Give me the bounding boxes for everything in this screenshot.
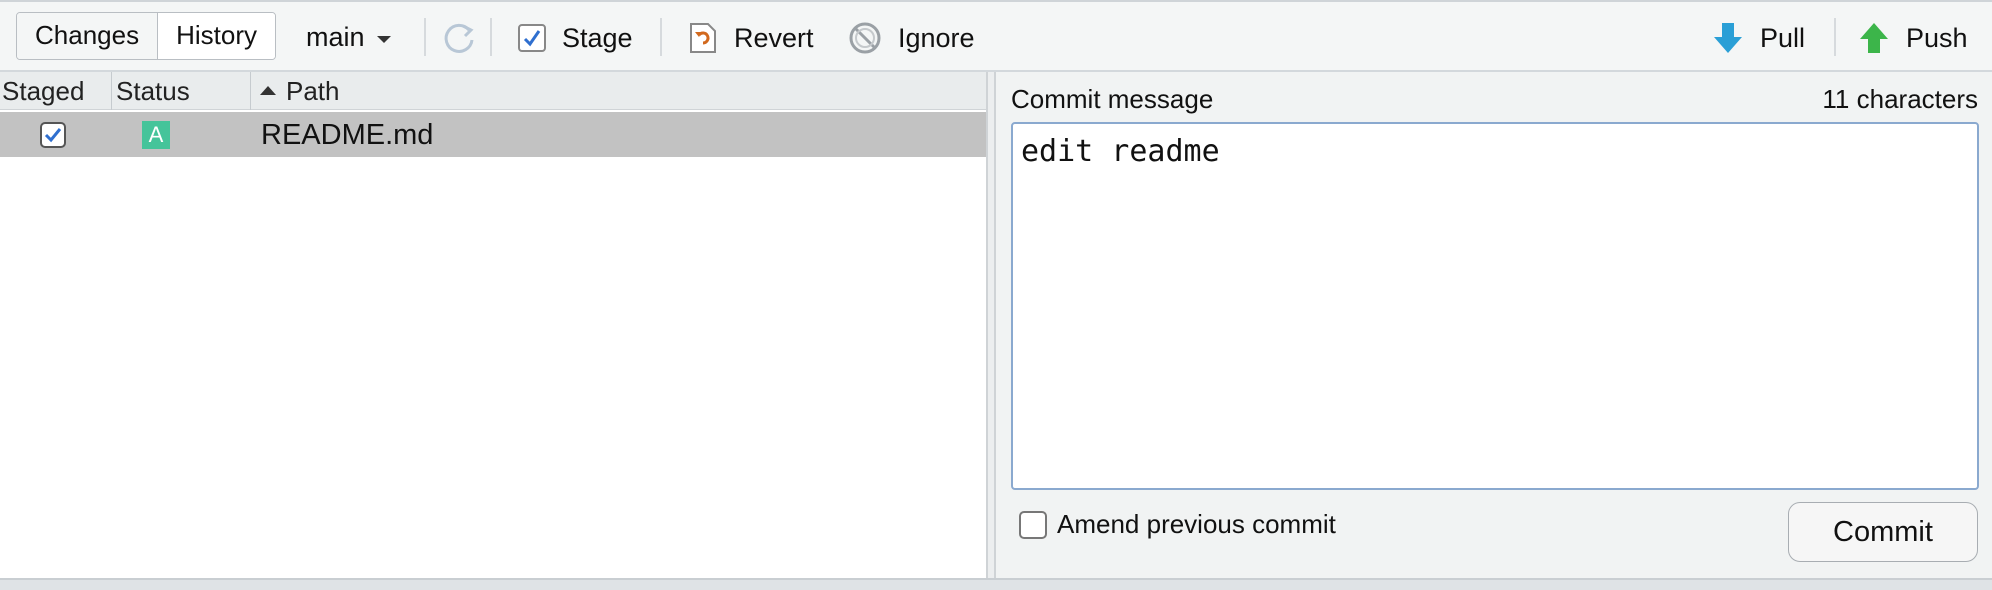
file-list-header: Staged Status Path: [0, 72, 986, 110]
amend-previous-commit[interactable]: Amend previous commit: [1019, 509, 1336, 540]
ignore-label: Ignore: [898, 22, 975, 53]
git-pane: Changes History main Stage Revert Ignore…: [0, 0, 1992, 590]
pull-label: Pull: [1760, 22, 1806, 53]
column-divider: [111, 72, 112, 110]
ignore-icon: [848, 21, 882, 55]
column-path[interactable]: Path: [260, 72, 340, 110]
push-label: Push: [1906, 22, 1968, 53]
amend-label: Amend previous commit: [1057, 509, 1336, 539]
stage-button[interactable]: Stage: [518, 16, 633, 60]
view-tabs: Changes History: [16, 12, 276, 60]
revert-button[interactable]: Revert: [688, 16, 814, 60]
pull-button[interactable]: Pull: [1712, 16, 1805, 60]
toolbar-divider: [1834, 18, 1836, 56]
git-toolbar: Changes History main Stage Revert Ignore…: [0, 0, 1992, 72]
push-arrow-icon: [1858, 21, 1890, 55]
file-row[interactable]: A README.md: [0, 112, 986, 157]
status-badge: A: [142, 121, 170, 149]
toolbar-divider: [424, 18, 426, 56]
column-staged[interactable]: Staged: [2, 72, 84, 110]
chevron-down-icon: [376, 36, 391, 43]
revert-label: Revert: [734, 22, 814, 53]
tab-changes[interactable]: Changes: [17, 13, 158, 59]
branch-selector[interactable]: main: [306, 22, 391, 53]
revert-icon: [688, 22, 718, 54]
commit-message-input[interactable]: edit readme: [1011, 122, 1979, 490]
push-button[interactable]: Push: [1858, 16, 1968, 60]
column-status[interactable]: Status: [116, 72, 190, 110]
stage-label: Stage: [562, 22, 633, 53]
commit-panel: Commit message 11 characters edit readme…: [996, 72, 1992, 578]
file-path: README.md: [261, 119, 434, 151]
status-strip: [0, 578, 1992, 590]
pull-arrow-icon: [1712, 21, 1744, 55]
column-path-label: Path: [286, 76, 340, 106]
amend-checkbox[interactable]: [1019, 510, 1047, 539]
sort-up-icon: [260, 86, 276, 95]
commit-message-label: Commit message: [1011, 84, 1214, 114]
commit-button[interactable]: Commit: [1788, 502, 1978, 562]
character-count: 11 characters: [1822, 84, 1978, 114]
tab-history[interactable]: History: [157, 13, 275, 59]
toolbar-divider: [490, 18, 492, 56]
column-divider: [250, 72, 251, 110]
ignore-button[interactable]: Ignore: [848, 16, 975, 60]
refresh-icon[interactable]: [439, 18, 479, 63]
toolbar-divider: [660, 18, 662, 56]
stage-check-icon: [518, 24, 546, 52]
branch-name: main: [306, 22, 365, 52]
staged-checkbox[interactable]: [40, 122, 66, 148]
file-list-panel: Staged Status Path A README.md: [0, 72, 986, 578]
pane-splitter[interactable]: [986, 72, 996, 578]
